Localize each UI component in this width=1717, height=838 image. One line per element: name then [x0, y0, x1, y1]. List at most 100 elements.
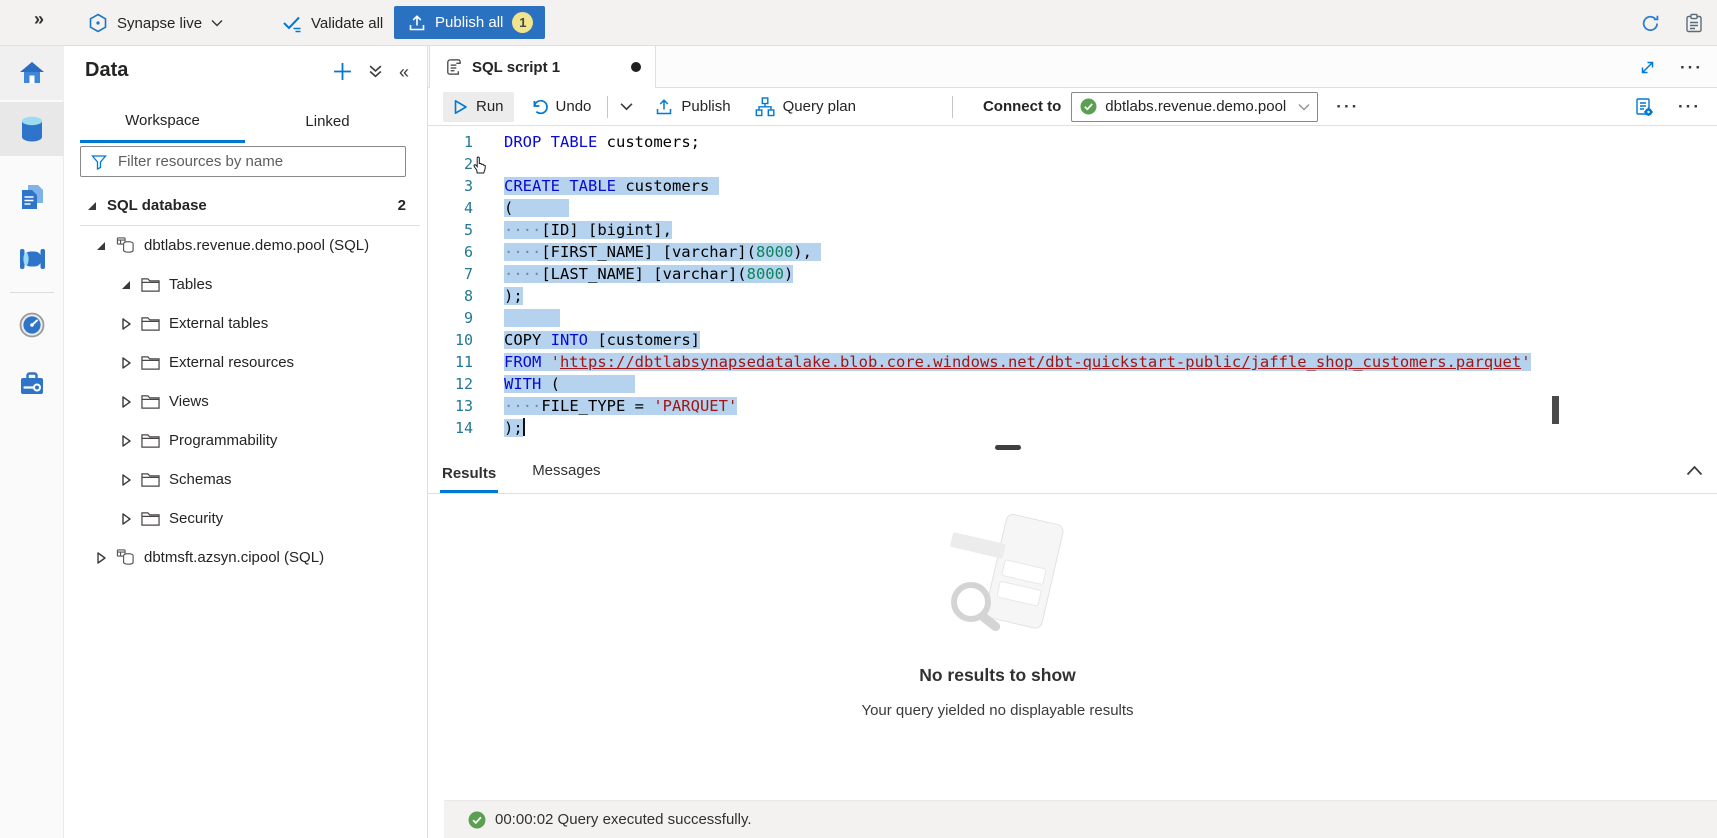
tree-item-label: Schemas [169, 471, 232, 488]
scrollbar-thumb[interactable] [1552, 396, 1559, 424]
database-icon [116, 548, 135, 567]
publish-all-label: Publish all [435, 14, 503, 31]
code-line-5[interactable]: 5····[ID] [bigint], [428, 219, 1717, 241]
tree-item-security[interactable]: Security [64, 499, 428, 538]
tree-item-dbtmsft-azsyn-cipool-sql[interactable]: dbtmsft.azsyn.cipool (SQL) [64, 538, 428, 577]
collapsed-caret-icon[interactable] [120, 513, 132, 525]
line-number: 4 [428, 197, 473, 219]
code-line-1[interactable]: 1DROP TABLE customers; [428, 131, 1717, 153]
run-label: Run [476, 98, 504, 115]
expand-menu-icon[interactable]: » [34, 9, 44, 30]
publish-upload-icon [408, 14, 426, 32]
tree-item-label: dbtmsft.azsyn.cipool (SQL) [144, 549, 324, 566]
line-number: 10 [428, 329, 473, 351]
code-line-13[interactable]: 13····FILE_TYPE = 'PARQUET' [428, 395, 1717, 417]
tree-item-dbtlabs-revenue-demo-pool-sql[interactable]: dbtlabs.revenue.demo.pool (SQL) [64, 226, 428, 265]
tree-item-schemas[interactable]: Schemas [64, 460, 428, 499]
home-icon [19, 61, 45, 85]
query-status-bar: 00:00:02 Query executed successfully. [444, 800, 1717, 838]
line-number: 9 [428, 307, 473, 329]
tree-item-programmability[interactable]: Programmability [64, 421, 428, 460]
line-content: ····[FIRST_NAME] [varchar](8000), [504, 241, 821, 263]
collapsed-caret-icon[interactable] [95, 552, 107, 564]
nav-data[interactable] [0, 102, 64, 156]
publish-all-button[interactable]: Publish all 1 [394, 6, 545, 39]
clipboard-icon[interactable] [1685, 13, 1703, 34]
run-button[interactable]: Run [443, 92, 514, 122]
publish-button[interactable]: Publish [651, 92, 734, 122]
tab-sql-script-1[interactable]: SQL script 1 [429, 46, 656, 88]
nav-home[interactable] [0, 46, 64, 100]
sql-code-editor[interactable]: 1DROP TABLE customers;23CREATE TABLE cus… [428, 126, 1717, 445]
monitor-gauge-icon [19, 312, 45, 338]
line-content: ····[LAST_NAME] [varchar](8000) [504, 263, 793, 285]
add-resource-icon[interactable] [333, 62, 352, 81]
undo-button[interactable]: Undo [526, 92, 596, 122]
code-line-8[interactable]: 8); [428, 285, 1717, 307]
expanded-caret-icon[interactable] [86, 200, 98, 212]
toolbar-more-actions-icon[interactable]: ··· [1336, 98, 1359, 115]
tree-item-external-resources[interactable]: External resources [64, 343, 428, 382]
expanded-caret-icon[interactable] [95, 240, 107, 252]
tab-results[interactable]: Results [440, 465, 498, 493]
play-icon [453, 99, 468, 115]
code-line-14[interactable]: 14); [428, 417, 1717, 439]
code-line-6[interactable]: 6····[FIRST_NAME] [varchar](8000), [428, 241, 1717, 263]
code-line-9[interactable]: 9 [428, 307, 1717, 329]
filter-resources-input[interactable] [116, 152, 405, 171]
tree-item-tables[interactable]: Tables [64, 265, 428, 304]
tab-messages[interactable]: Messages [530, 462, 602, 493]
mode-switcher[interactable]: Synapse live [88, 0, 223, 46]
collapsed-caret-icon[interactable] [120, 318, 132, 330]
line-number: 2 [428, 153, 473, 175]
mouse-hand-cursor [472, 155, 488, 174]
validate-all-button[interactable]: Validate all [281, 0, 383, 46]
code-line-3[interactable]: 3CREATE TABLE customers [428, 175, 1717, 197]
pool-name: dbtlabs.revenue.demo.pool [1105, 98, 1286, 115]
collapsed-caret-icon[interactable] [120, 396, 132, 408]
line-number: 7 [428, 263, 473, 285]
tree-item-views[interactable]: Views [64, 382, 428, 421]
publish-icon [655, 98, 673, 116]
tab-linked[interactable]: Linked [245, 100, 410, 143]
tree-item-sql-database[interactable]: SQL database2 [64, 186, 428, 225]
code-line-12[interactable]: 12WITH ( [428, 373, 1717, 395]
left-navigation-rail [0, 46, 64, 838]
code-line-4[interactable]: 4( [428, 197, 1717, 219]
nav-integrate[interactable] [0, 232, 64, 286]
tree-item-external-tables[interactable]: External tables [64, 304, 428, 343]
collapse-results-chevron-icon[interactable] [1686, 465, 1703, 476]
tab-workspace[interactable]: Workspace [80, 100, 245, 143]
splitter-drag-handle[interactable] [995, 445, 1021, 450]
tab-more-actions-icon[interactable]: ··· [1680, 59, 1703, 76]
nav-develop[interactable] [0, 170, 64, 224]
code-line-11[interactable]: 11FROM 'https://dbtlabsynapsedatalake.bl… [428, 351, 1717, 373]
collapsed-caret-icon[interactable] [120, 435, 132, 447]
tree-item-count: 2 [398, 197, 406, 214]
code-line-10[interactable]: 10COPY INTO [customers] [428, 329, 1717, 351]
folder-icon [141, 277, 160, 293]
collapsed-caret-icon[interactable] [120, 474, 132, 486]
run-options-chevron-icon[interactable] [620, 102, 633, 111]
nav-monitor[interactable] [0, 298, 64, 352]
expand-editor-icon[interactable] [1639, 59, 1656, 76]
chevron-down-icon [211, 19, 223, 27]
line-content: DROP TABLE customers; [504, 131, 700, 153]
properties-icon[interactable] [1634, 97, 1654, 117]
refresh-icon[interactable] [1640, 13, 1661, 34]
text-caret [523, 418, 525, 436]
collapse-panel-icon[interactable]: « [399, 63, 409, 81]
expanded-caret-icon[interactable] [120, 279, 132, 291]
folder-icon [141, 355, 160, 371]
collapsed-caret-icon[interactable] [120, 357, 132, 369]
double-chevron-down-icon[interactable] [368, 64, 383, 79]
validate-all-label: Validate all [311, 15, 383, 32]
query-plan-button[interactable]: Query plan [751, 92, 860, 122]
pane-more-actions-icon[interactable]: ··· [1678, 98, 1701, 115]
nav-manage[interactable] [0, 356, 64, 410]
code-line-2[interactable]: 2 [428, 153, 1717, 175]
whitespace-dots: ···· [504, 243, 541, 261]
connect-to-pool-dropdown[interactable]: dbtlabs.revenue.demo.pool [1071, 92, 1318, 122]
folder-icon [141, 394, 160, 410]
code-line-7[interactable]: 7 ····[LAST_NAME] [varchar](8000) [428, 263, 1717, 285]
